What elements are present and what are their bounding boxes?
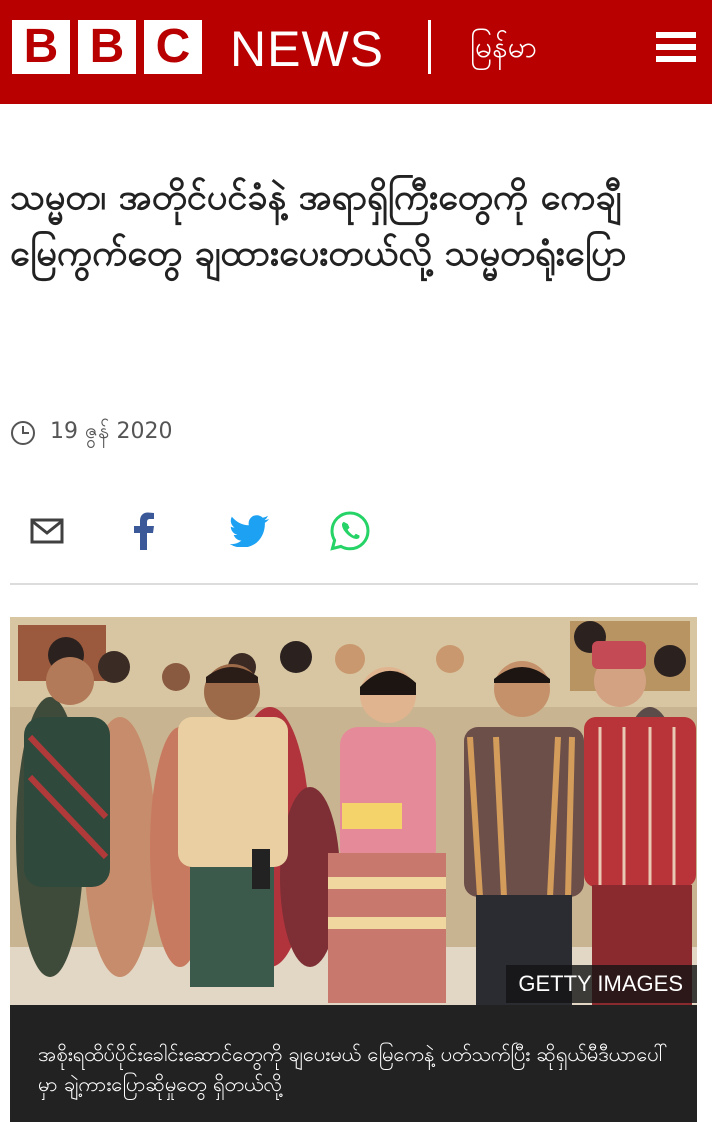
article-date: 19 ဇွန် 2020	[10, 416, 172, 449]
email-icon	[30, 518, 64, 548]
share-email-button[interactable]	[30, 510, 130, 556]
header-divider	[428, 20, 431, 74]
share-whatsapp-button[interactable]	[330, 510, 430, 556]
image-credit: GETTY IMAGES	[506, 965, 697, 1003]
share-bar	[30, 510, 430, 556]
bbc-logo[interactable]: B B C	[12, 20, 202, 74]
site-header: B B C NEWS မြန်မာ	[0, 0, 712, 104]
hamburger-menu-icon[interactable]	[656, 32, 696, 64]
article-headline: သမ္မတ၊ အတိုင်ပင်ခံနဲ့ အရာရှိကြီးတွေကို က…	[10, 177, 627, 274]
whatsapp-icon	[330, 511, 370, 555]
logo-letter-b2: B	[78, 20, 136, 74]
article-photo: GETTY IMAGES	[10, 617, 697, 1005]
date-text: 19 ဇွန် 2020	[50, 419, 173, 444]
clock-icon	[10, 420, 36, 446]
facebook-icon	[130, 512, 156, 554]
share-facebook-button[interactable]	[130, 510, 230, 556]
news-label[interactable]: NEWS	[230, 24, 384, 74]
twitter-icon	[229, 515, 270, 551]
logo-letter-c: C	[144, 20, 202, 74]
section-divider	[10, 583, 698, 585]
image-caption: အစိုးရထိပ်ပိုင်းခေါင်းဆောင်တွေကို ချပေးမ…	[10, 1005, 697, 1122]
language-label[interactable]: မြန်မာ	[470, 28, 537, 68]
photo-illustration	[10, 617, 697, 1005]
share-twitter-button[interactable]	[229, 510, 330, 556]
logo-letter-b1: B	[12, 20, 70, 74]
